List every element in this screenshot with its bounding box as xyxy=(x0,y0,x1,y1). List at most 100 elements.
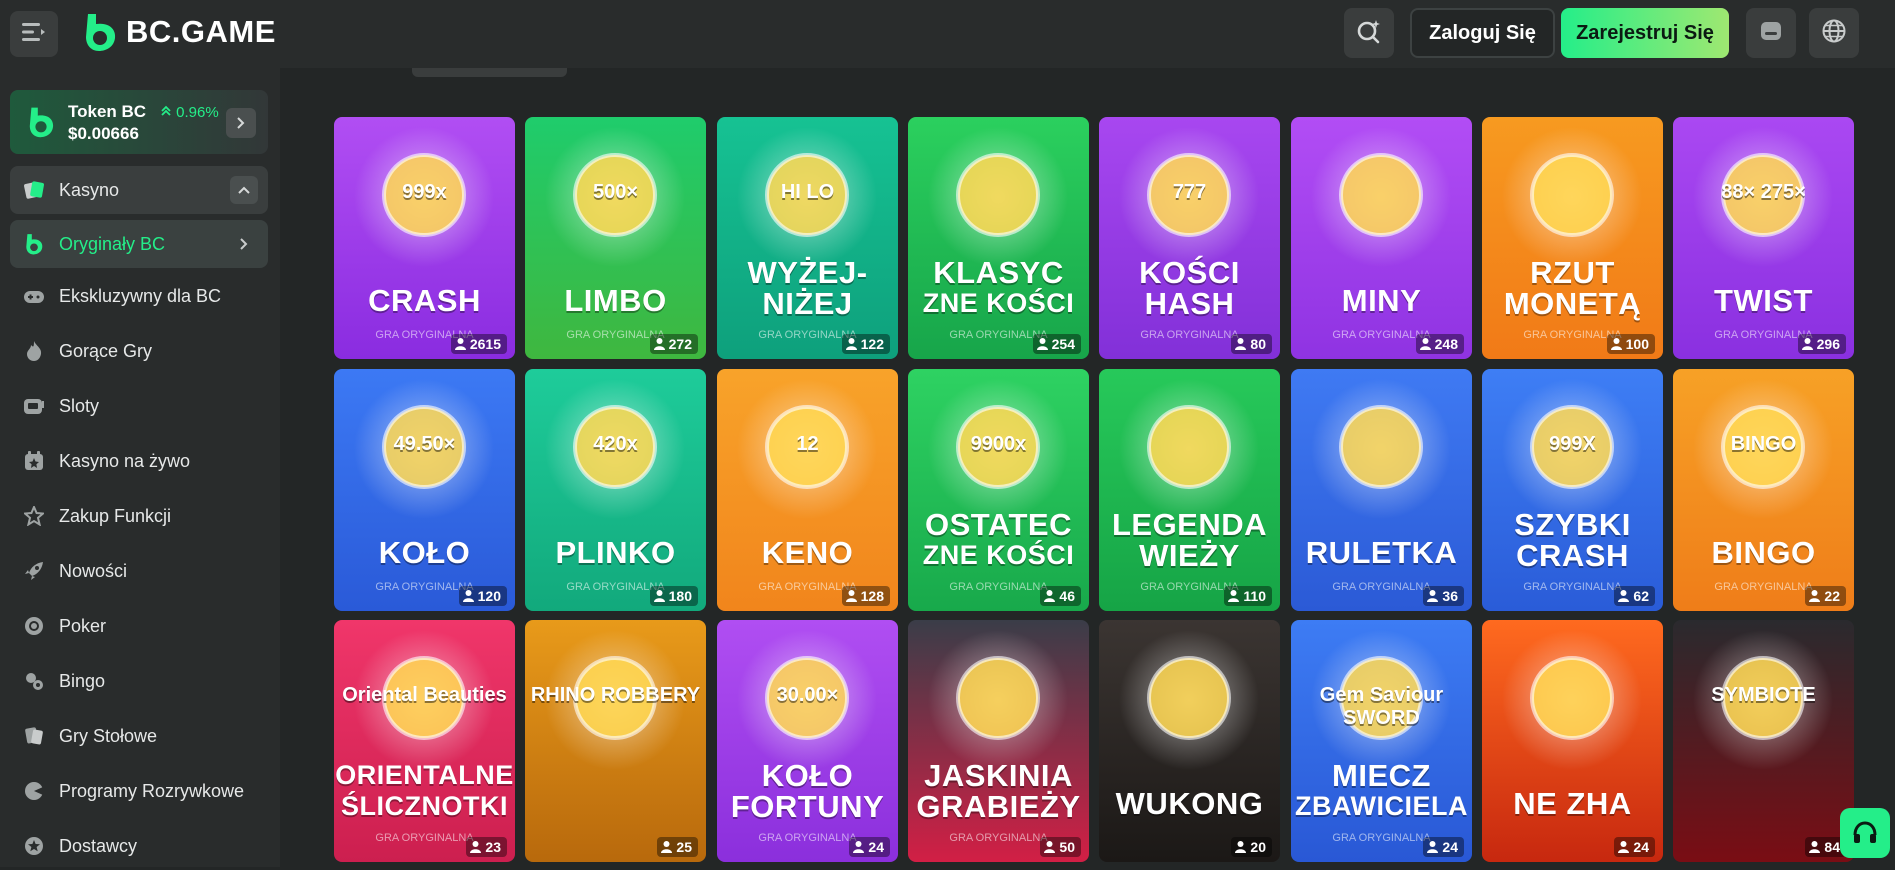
collapse-button[interactable] xyxy=(230,176,258,204)
player-count-badge: 22 xyxy=(1805,586,1846,606)
game-title: BINGO xyxy=(1711,535,1816,570)
sidebar-item-hot-games[interactable]: Gorące Gry xyxy=(10,327,268,375)
sidebar-item-slots[interactable]: Sloty xyxy=(10,382,268,430)
sidebar-item-new[interactable]: Nowości xyxy=(10,547,268,595)
game-card[interactable]: Oriental Beauties ORIENTALNE ŚLICZNOTKI GRA… xyxy=(334,620,515,862)
chat-button[interactable] xyxy=(1746,8,1796,58)
sidebar-item-bc-originals[interactable]: Oryginały BC xyxy=(10,220,268,268)
table-games-icon xyxy=(22,724,46,748)
game-card[interactable]: RULETKA GRA ORYGINALNA 36 xyxy=(1291,369,1472,611)
player-count: 62 xyxy=(1633,588,1649,604)
game-artwork: 999X xyxy=(1482,369,1663,529)
sidebar-item-exclusive[interactable]: Ekskluzywny dla BC xyxy=(10,272,268,320)
player-count-badge: 128 xyxy=(841,586,890,606)
person-icon xyxy=(1044,590,1056,602)
game-artwork xyxy=(1482,620,1663,780)
game-card[interactable]: BINGO BINGO GRA ORYGINALNA 22 xyxy=(1673,369,1854,611)
game-card[interactable]: 30.00× KOŁO FORTUNY GRA ORYGINALNA 24 xyxy=(717,620,898,862)
player-count: 20 xyxy=(1250,839,1266,855)
sidebar-item-providers[interactable]: Dostawcy xyxy=(10,822,268,870)
player-count: 254 xyxy=(1051,336,1075,352)
game-artwork-text: 999x xyxy=(402,181,447,203)
game-title: ZBAWICIELA xyxy=(1295,791,1468,821)
game-card[interactable]: RHINO ROBBERY 25 xyxy=(525,620,706,862)
game-card[interactable]: Gem Saviour SWORD MIECZ ZBAWICIELA GRA ORYG… xyxy=(1291,620,1472,862)
logo[interactable]: BC.GAME xyxy=(82,12,276,52)
sidebar-item-table-games[interactable]: Gry Stołowe xyxy=(10,712,268,760)
person-icon xyxy=(1618,590,1630,602)
game-artwork: 500× xyxy=(525,117,706,277)
sidebar-item-game-shows[interactable]: Programy Rozrywkowe xyxy=(10,767,268,815)
game-card[interactable]: 777 KOŚCI HASH GRA ORYGINALNA 80 xyxy=(1099,117,1280,359)
game-card[interactable]: WUKONG 20 xyxy=(1099,620,1280,862)
game-artwork: BINGO xyxy=(1673,369,1854,529)
login-button[interactable]: Zaloguj Się xyxy=(1410,8,1555,58)
poker-chip-icon xyxy=(22,614,46,638)
person-icon xyxy=(454,338,466,350)
person-icon xyxy=(1801,338,1813,350)
game-card[interactable]: 9900x OSTATEC ZNE KOŚCI GRA ORYGINALNA 46 xyxy=(908,369,1089,611)
game-title: HASH xyxy=(1144,286,1235,321)
sidebar-item-poker[interactable]: Poker xyxy=(10,602,268,650)
player-count: 80 xyxy=(1250,336,1266,352)
token-arrow-button[interactable] xyxy=(226,108,256,138)
sidebar-item-live-casino[interactable]: Kasyno na żywo xyxy=(10,437,268,485)
game-card[interactable]: SYMBIOTE 84 xyxy=(1673,620,1854,862)
support-button[interactable] xyxy=(1840,808,1890,858)
player-count: 84 xyxy=(1824,839,1840,855)
game-artwork: 999x xyxy=(334,117,515,277)
game-card[interactable]: MINY GRA ORYGINALNA 248 xyxy=(1291,117,1472,359)
game-card[interactable]: 420x PLINKO GRA ORYGINALNA 180 xyxy=(525,369,706,611)
game-artwork-text: 9900x xyxy=(970,433,1027,455)
game-artwork-text: 88× 275× xyxy=(1721,181,1806,203)
game-card[interactable]: LEGENDA WIEŻY GRA ORYGINALNA 110 xyxy=(1099,369,1280,611)
player-count-badge: 272 xyxy=(649,334,698,354)
player-count-badge: 36 xyxy=(1423,586,1464,606)
game-title: LIMBO xyxy=(564,283,667,318)
game-artwork-text: 420x xyxy=(593,433,638,455)
menu-button[interactable] xyxy=(10,11,58,57)
person-icon xyxy=(1044,841,1056,853)
player-count-badge: 50 xyxy=(1040,837,1081,857)
game-card[interactable]: 999X SZYBKI CRASH GRA ORYGINALNA 62 xyxy=(1482,369,1663,611)
player-count: 120 xyxy=(477,588,501,604)
headset-icon xyxy=(1853,821,1877,843)
game-artwork: 420x xyxy=(525,369,706,529)
game-title: ORIENTALNE xyxy=(335,760,514,790)
sidebar-item-casino[interactable]: Kasyno xyxy=(10,166,268,214)
player-count-badge: 20 xyxy=(1231,837,1272,857)
game-card[interactable]: RZUT MONETĄ GRA ORYGINALNA 100 xyxy=(1482,117,1663,359)
game-card[interactable]: 999x CRASH GRA ORYGINALNA 2615 xyxy=(334,117,515,359)
game-card[interactable]: 49.50× KOŁO GRA ORYGINALNA 120 xyxy=(334,369,515,611)
token-card[interactable]: Token BC 0.96% $0.00666 xyxy=(10,90,268,154)
player-count: 36 xyxy=(1442,588,1458,604)
player-count: 110 xyxy=(1243,588,1266,604)
game-card[interactable]: JASKINIA GRABIEŻY GRA ORYGINALNA 50 xyxy=(908,620,1089,862)
game-card[interactable]: HI LO WYŻEJ- NIŻEJ GRA ORYGINALNA 122 xyxy=(717,117,898,359)
menu-icon xyxy=(22,22,46,47)
game-artwork: HI LO xyxy=(717,117,898,277)
sidebar-item-bingo[interactable]: Bingo xyxy=(10,657,268,705)
person-icon xyxy=(1228,590,1240,602)
search-button[interactable] xyxy=(1344,8,1394,58)
person-icon xyxy=(1809,841,1821,853)
game-card[interactable]: NE ZHA 24 xyxy=(1482,620,1663,862)
language-button[interactable] xyxy=(1809,8,1859,58)
game-card[interactable]: 12 KENO GRA ORYGINALNA 128 xyxy=(717,369,898,611)
game-artwork-text: BINGO xyxy=(1730,433,1797,455)
game-artwork-text: 777 xyxy=(1172,181,1207,203)
game-card[interactable]: KLASYC ZNE KOŚCI GRA ORYGINALNA 254 xyxy=(908,117,1089,359)
providers-icon xyxy=(22,834,46,858)
sidebar-item-label: Ekskluzywny dla BC xyxy=(59,285,222,306)
sidebar-item-feature-buy[interactable]: Zakup Funkcji xyxy=(10,492,268,540)
player-count: 272 xyxy=(668,336,692,352)
player-count-badge: 110 xyxy=(1224,586,1272,606)
chevron-up-icon xyxy=(238,186,250,194)
register-button[interactable]: Zarejestruj Się xyxy=(1561,8,1729,58)
rocket-icon xyxy=(22,559,46,583)
player-count: 24 xyxy=(868,839,884,855)
expand-arrow[interactable] xyxy=(230,230,258,258)
game-card[interactable]: 500× LIMBO GRA ORYGINALNA 272 xyxy=(525,117,706,359)
game-card[interactable]: 88× 275× TWIST GRA ORYGINALNA 296 xyxy=(1673,117,1854,359)
player-count: 22 xyxy=(1824,588,1840,604)
